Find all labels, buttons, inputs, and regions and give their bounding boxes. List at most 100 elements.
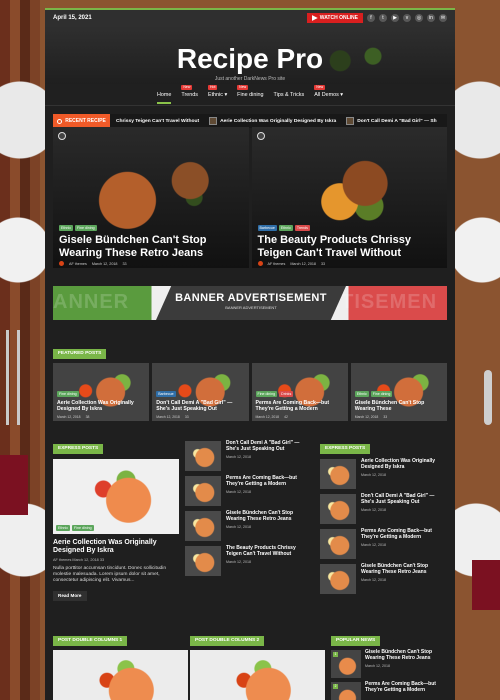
express-list-item[interactable]: Perms Are Coming Back—but They're Gettin…: [185, 475, 313, 506]
featured-card[interactable]: Barbecue Ethnic Trends The Beauty Produc…: [251, 127, 447, 268]
express-info: Don't Call Demi A "Bad Girl" — She's Jus…: [226, 440, 312, 459]
linkedin-icon[interactable]: in: [427, 14, 435, 22]
view-count: 42: [284, 415, 288, 419]
nav-all-demos[interactable]: New All Demos ▾: [314, 84, 343, 98]
express-list-item[interactable]: The Beauty Products Chrissy Teigen Can't…: [185, 545, 313, 576]
express-thumb[interactable]: [320, 494, 356, 524]
express-list-item[interactable]: Perms Are Coming Back—but They're Gettin…: [320, 528, 447, 559]
express-list-item[interactable]: Don't Call Demi A "Bad Girl" — She's Jus…: [320, 493, 447, 524]
nav-fine-dining[interactable]: New Fine dining: [237, 84, 264, 98]
popular-news-item[interactable]: 2 Perms Are Coming Back—but They're Gett…: [331, 681, 447, 700]
nav-tips-tricks[interactable]: Tips & Tricks: [274, 92, 305, 98]
watch-online-button[interactable]: WATCH ONLINE: [306, 13, 363, 23]
express-list-item[interactable]: Gisele Bündchen Can't Stop Wearing These…: [320, 563, 447, 594]
email-icon[interactable]: ✉: [439, 14, 447, 22]
author-name[interactable]: AF themes: [69, 262, 87, 266]
tag[interactable]: Ethnic: [278, 225, 293, 231]
ticker-thumb: [346, 117, 355, 125]
site-title[interactable]: Recipe Pro: [45, 43, 455, 75]
fp-title[interactable]: Perms Are Coming Back—but They're Gettin…: [256, 400, 344, 413]
tag[interactable]: Fine dining: [72, 525, 94, 531]
tag[interactable]: Trends: [294, 225, 310, 231]
express-posts-right: EXPRESS POSTS Aerie Collection Was Origi…: [320, 436, 447, 594]
express-list-item[interactable]: Don't Call Demi A "Bad Girl" — She's Jus…: [185, 440, 313, 471]
express-thumb[interactable]: [185, 511, 221, 541]
popular-news-date: March 12, 2018: [365, 663, 390, 668]
double-columns-1-image[interactable]: [53, 650, 188, 700]
view-count: 33: [122, 261, 127, 266]
instagram-icon[interactable]: ◎: [415, 14, 423, 22]
express-title[interactable]: The Beauty Products Chrissy Teigen Can't…: [226, 545, 312, 558]
featured-post-card[interactable]: Fine dining Drinks Perms Are Coming Back—…: [251, 363, 348, 421]
double-columns-2-label: POST DOUBLE COLUMNS 2: [190, 636, 265, 646]
banner-advertisement[interactable]: ANNER RTISEMEN BANNER ADVERTISEMENT BANN…: [53, 286, 447, 320]
express-title[interactable]: Gisele Bündchen Can't Stop Wearing These…: [361, 563, 447, 576]
author-name[interactable]: AF themes: [268, 262, 286, 266]
express-title[interactable]: Aerie Collection Was Originally Designed…: [361, 458, 447, 471]
express-title[interactable]: Perms Are Coming Back—but They're Gettin…: [361, 528, 447, 541]
twitter-icon[interactable]: t: [379, 14, 387, 22]
express-main-image[interactable]: Ethnic Fine dining: [53, 459, 179, 534]
post-format-icon: [58, 132, 66, 140]
express-thumb[interactable]: [185, 546, 221, 576]
tag[interactable]: Fine dining: [75, 225, 97, 231]
ticker-item-title: Don't Call Demi A "Bad Girl" — Sh: [357, 118, 437, 124]
express-list-item[interactable]: Gisele Bündchen Can't Stop Wearing These…: [185, 510, 313, 541]
fp-title[interactable]: Aerie Collection Was Originally Designed…: [57, 400, 145, 413]
featured-slider: Ethnic Fine dining Gisele Bündchen Can't…: [53, 127, 447, 268]
featured-post-card[interactable]: Barbecue Don't Call Demi A "Bad Girl" — …: [152, 363, 249, 421]
nav-home[interactable]: Home: [157, 92, 172, 104]
express-thumb[interactable]: [185, 476, 221, 506]
nav-trends[interactable]: New Trends: [181, 84, 198, 98]
popular-news-title[interactable]: Perms Are Coming Back—but They're Gettin…: [365, 681, 447, 694]
facebook-icon[interactable]: f: [367, 14, 375, 22]
featured-title[interactable]: The Beauty Products Chrissy Teigen Can't…: [258, 234, 442, 260]
tag[interactable]: Drinks: [279, 391, 294, 397]
ticker-item[interactable]: Don't Call Demi A "Bad Girl" — Sh: [346, 117, 437, 125]
express-thumb[interactable]: [320, 529, 356, 559]
express-title[interactable]: Perms Are Coming Back—but They're Gettin…: [226, 475, 312, 488]
fp-title[interactable]: Don't Call Demi A "Bad Girl" — She's Jus…: [156, 400, 244, 413]
featured-post-card[interactable]: Fine dining Aerie Collection Was Origina…: [53, 363, 150, 421]
tag[interactable]: Fine dining: [255, 391, 278, 397]
double-columns-2-image[interactable]: [190, 650, 325, 700]
fp-tags: Fine dining Drinks: [255, 391, 294, 397]
site-tagline: Just another DarkNews Pro site: [214, 76, 286, 82]
popular-news-title[interactable]: Gisele Bündchen Can't Stop Wearing These…: [365, 649, 447, 662]
express-date: March 12, 2018: [361, 577, 386, 582]
tag[interactable]: Barbecue: [257, 225, 277, 231]
express-title[interactable]: Don't Call Demi A "Bad Girl" — She's Jus…: [361, 493, 447, 506]
popular-news-thumb[interactable]: 1: [331, 650, 361, 678]
fp-meta: March 12, 2018 33: [355, 415, 387, 419]
express-title[interactable]: Don't Call Demi A "Bad Girl" — She's Jus…: [226, 440, 312, 453]
vimeo-icon[interactable]: v: [403, 14, 411, 22]
express-list-item[interactable]: Aerie Collection Was Originally Designed…: [320, 458, 447, 489]
tag[interactable]: Fine dining: [57, 391, 79, 397]
popular-news: POPULAR NEWS 1 Gisele Bündchen Can't Sto…: [331, 628, 447, 700]
fp-title[interactable]: Gisele Bündchen Can't Stop Wearing These: [355, 400, 443, 413]
popular-news-item[interactable]: 1 Gisele Bündchen Can't Stop Wearing The…: [331, 649, 447, 678]
ticker-thumb: [209, 117, 218, 125]
youtube-icon[interactable]: ▶: [391, 14, 399, 22]
tag[interactable]: Ethnic: [59, 225, 73, 231]
nav-all-demos-label: All Demos: [314, 91, 339, 98]
ticker-item[interactable]: Chrissy Teigen Can't Travel Without: [116, 119, 199, 124]
express-title[interactable]: Gisele Bündchen Can't Stop Wearing These…: [226, 510, 312, 523]
tag[interactable]: Ethnic: [56, 525, 70, 531]
ticker-item[interactable]: Aerie Collection Was Originally Designed…: [209, 117, 336, 125]
express-thumb[interactable]: [185, 441, 221, 471]
popular-news-label: POPULAR NEWS: [331, 636, 381, 646]
tag[interactable]: Barbecue: [156, 391, 176, 397]
featured-title[interactable]: Gisele Bündchen Can't Stop Wearing These…: [59, 234, 243, 260]
express-main-title[interactable]: Aerie Collection Was Originally Designed…: [53, 539, 179, 555]
featured-post-card[interactable]: Ethnic Fine dining Gisele Bündchen Can't …: [350, 363, 447, 421]
tag[interactable]: Fine dining: [370, 391, 393, 397]
express-thumb[interactable]: [320, 564, 356, 594]
banner-ghost-left: ANNER: [53, 291, 130, 313]
read-more-button[interactable]: Read More: [53, 591, 87, 602]
popular-news-thumb[interactable]: 2: [331, 682, 361, 700]
nav-ethnic[interactable]: Hot Ethnic ▾: [207, 84, 227, 98]
tag[interactable]: Ethnic: [354, 391, 369, 397]
express-thumb[interactable]: [320, 459, 356, 489]
featured-card[interactable]: Ethnic Fine dining Gisele Bündchen Can't…: [53, 127, 249, 268]
